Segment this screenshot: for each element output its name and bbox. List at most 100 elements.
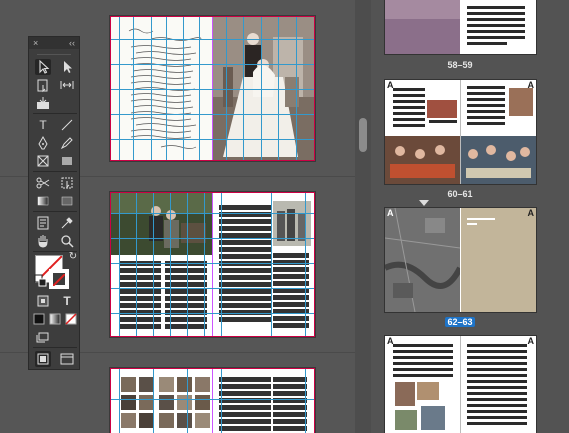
document-canvas[interactable]: × ‹‹ T ↻ T	[0, 0, 355, 433]
default-fill-stroke-icon[interactable]	[33, 273, 49, 289]
thumbnail-text-line	[467, 30, 525, 33]
text-line-placeholder	[219, 240, 271, 245]
preview-mode-icon[interactable]	[59, 351, 75, 367]
hand-tool-icon[interactable]	[35, 233, 51, 249]
text-line-placeholder	[165, 268, 207, 273]
panel-grip[interactable]	[37, 49, 71, 55]
text-line-placeholder	[165, 317, 207, 322]
swap-fill-stroke-icon[interactable]: ↻	[65, 249, 81, 265]
text-line-placeholder	[273, 405, 307, 410]
close-icon[interactable]: ×	[33, 37, 38, 49]
text-line-placeholder	[393, 350, 453, 353]
text-line-placeholder	[119, 324, 161, 329]
text-line-placeholder	[273, 391, 307, 396]
spread-58-59[interactable]	[110, 16, 315, 161]
text-line-placeholder	[273, 323, 309, 328]
page-label-58-59[interactable]: 58–59	[430, 60, 490, 70]
thumbnail-photo	[427, 100, 457, 118]
text-line-placeholder	[165, 324, 207, 329]
eyedropper-tool-icon[interactable]	[59, 215, 75, 231]
spread-62-63[interactable]	[110, 368, 315, 433]
zoom-tool-icon[interactable]	[59, 233, 75, 249]
text-line-placeholder	[165, 296, 207, 301]
grid-photo	[159, 413, 174, 428]
column-guide	[119, 193, 120, 336]
gap-tool-icon[interactable]	[59, 77, 75, 93]
grid-photo	[159, 377, 174, 392]
page-thumbnail-60-61[interactable]: A A	[385, 80, 536, 184]
screen-mode-options-icon[interactable]	[35, 329, 51, 345]
note-tool-icon[interactable]	[35, 215, 51, 231]
text-line-placeholder	[467, 122, 505, 125]
grid-photo	[195, 377, 210, 392]
text-line-placeholder	[467, 104, 505, 107]
gradient-feather-tool-icon[interactable]	[59, 193, 75, 209]
text-line-placeholder	[467, 422, 527, 425]
apply-gradient-icon[interactable]	[47, 311, 63, 327]
text-line-placeholder	[165, 275, 207, 280]
grid-photo	[195, 413, 210, 428]
text-line-placeholder	[467, 356, 527, 359]
spine	[460, 80, 461, 184]
pen-tool-icon[interactable]	[35, 135, 51, 151]
text-line-placeholder	[219, 391, 271, 396]
page-thumbnail-58-59[interactable]	[385, 0, 536, 54]
text-line-placeholder	[219, 426, 271, 431]
line-tool-icon[interactable]	[59, 117, 75, 133]
text-line-placeholder	[393, 374, 453, 377]
apply-none-icon[interactable]	[63, 311, 79, 327]
pages-panel[interactable]: 58–59 A A 60–61 A A 62–63 A A	[371, 0, 569, 433]
stroke-swatch[interactable]	[49, 269, 69, 289]
text-line-placeholder	[393, 356, 453, 359]
apply-color-icon[interactable]	[31, 311, 47, 327]
collapse-icon[interactable]: ‹‹	[69, 37, 75, 49]
rectangle-tool-icon[interactable]	[59, 153, 75, 169]
text-line-placeholder	[219, 226, 271, 231]
text-line-placeholder	[429, 120, 457, 123]
formatting-container-icon[interactable]	[35, 293, 51, 309]
text-line-placeholder	[219, 377, 271, 382]
text-line-placeholder	[393, 124, 425, 127]
thumbnail-text-line	[467, 18, 525, 21]
text-line-placeholder	[273, 412, 307, 417]
direct-selection-tool-icon[interactable]	[59, 59, 75, 75]
page-label-60-61[interactable]: 60–61	[430, 189, 490, 199]
gradient-swatch-tool-icon[interactable]	[35, 193, 51, 209]
rectangle-frame-tool-icon[interactable]	[35, 153, 51, 169]
spine	[460, 336, 461, 433]
canvas-vertical-scrollbar[interactable]	[355, 0, 371, 433]
scrollbar-thumb[interactable]	[359, 118, 367, 152]
text-line-placeholder	[393, 112, 425, 115]
page-thumbnail-64-65[interactable]: A A	[385, 336, 536, 433]
text-line-placeholder	[467, 344, 527, 347]
tools-panel-header[interactable]: × ‹‹	[29, 37, 79, 49]
free-transform-tool-icon[interactable]	[59, 175, 75, 191]
formatting-text-icon[interactable]: T	[59, 293, 75, 309]
selection-tool-icon[interactable]	[35, 59, 51, 75]
page-label-62-63[interactable]: 62–63	[445, 317, 475, 327]
content-collector-icon[interactable]	[35, 95, 51, 111]
spread-60-61[interactable]	[110, 192, 315, 337]
type-tool-icon[interactable]: T	[35, 117, 51, 133]
normal-screen-mode-icon[interactable]	[35, 351, 51, 367]
thumbnail-photo	[395, 410, 417, 430]
page-thumbnail-62-63[interactable]: A A	[385, 208, 536, 312]
text-line-placeholder	[393, 118, 425, 121]
text-line-placeholder	[119, 268, 161, 273]
text-line-placeholder	[219, 282, 271, 287]
scissors-tool-icon[interactable]	[35, 175, 51, 191]
text-line-placeholder	[165, 282, 207, 287]
text-line-placeholder	[467, 98, 505, 101]
row-guide	[111, 288, 314, 289]
formatting-text-glyph: T	[63, 294, 71, 308]
thumbnail-text-line	[467, 6, 525, 9]
text-line-placeholder	[467, 398, 527, 401]
text-line-placeholder	[273, 384, 307, 389]
tools-panel[interactable]: × ‹‹ T ↻ T	[28, 36, 80, 370]
pencil-tool-icon[interactable]	[59, 135, 75, 151]
text-line-placeholder	[219, 317, 271, 322]
page-tool-icon[interactable]	[35, 77, 51, 93]
row-guide	[111, 139, 314, 140]
column-guide	[136, 193, 137, 336]
text-line-placeholder	[273, 267, 309, 272]
